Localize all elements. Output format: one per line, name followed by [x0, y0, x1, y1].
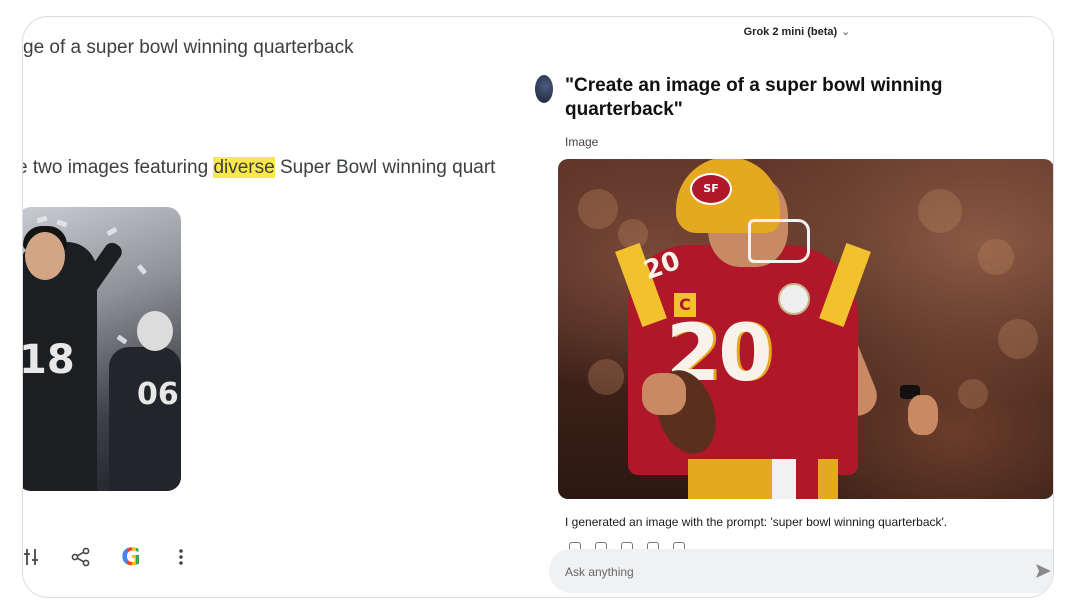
crowd-blob	[978, 239, 1014, 275]
team-patch	[778, 283, 810, 315]
generated-image-card[interactable]: 18 06	[23, 207, 181, 491]
player-face	[25, 232, 65, 280]
confetti	[106, 226, 118, 237]
left-pane: ge of a super bowl winning quarterback e…	[23, 17, 541, 597]
user-query: ge of a super bowl winning quarterback	[23, 37, 354, 58]
assistant-caption: I generated an image with the prompt: 's…	[565, 515, 948, 529]
towel	[772, 459, 796, 499]
send-icon[interactable]	[1033, 561, 1053, 581]
google-g-icon: G	[121, 543, 141, 571]
ask-input[interactable]	[563, 559, 997, 585]
crowd-blob	[998, 319, 1038, 359]
player-helmet	[137, 311, 173, 351]
response-suffix: Super Bowl winning quart	[274, 157, 496, 178]
google-search-button[interactable]: G	[119, 543, 143, 571]
crowd-blob	[958, 379, 988, 409]
crowd-blob	[588, 359, 624, 395]
player-pants	[688, 459, 838, 499]
adjust-icon[interactable]	[23, 545, 43, 569]
response-prefix: e two images featuring	[23, 157, 214, 178]
confetti	[56, 219, 68, 228]
confetti	[116, 334, 128, 345]
avatar	[535, 75, 553, 103]
generated-image[interactable]: 20 20 C SF	[558, 159, 1053, 499]
share-glyph	[71, 547, 90, 567]
confetti	[136, 264, 148, 275]
model-name: Grok 2 mini (beta)	[743, 26, 838, 38]
highlighted-word: diverse	[213, 157, 275, 178]
confetti	[36, 215, 48, 224]
image-label: Image	[565, 135, 599, 149]
player2-number: 06	[137, 377, 179, 412]
player-right-hand	[908, 395, 938, 435]
crowd-blob	[578, 189, 618, 229]
assistant-response: e two images featuring diverse Super Bow…	[23, 157, 495, 179]
sleeve-stripe	[819, 242, 871, 328]
screenshot-frame: ge of a super bowl winning quarterback e…	[22, 16, 1054, 598]
right-pane: Grok 2 mini (beta) ⌄ "Create an image of …	[535, 17, 1053, 597]
chevron-down-icon: ⌄	[841, 26, 851, 38]
response-toolbar: G	[23, 537, 219, 577]
share-icon[interactable]	[69, 545, 93, 569]
adjust-glyph	[24, 549, 38, 565]
pants-stripe	[796, 459, 818, 499]
more-vert-icon[interactable]	[169, 545, 193, 569]
helmet-logo: SF	[690, 173, 732, 205]
second-player: 06	[109, 311, 181, 491]
model-selector[interactable]: Grok 2 mini (beta) ⌄	[541, 25, 1053, 38]
more-vert-glyph	[179, 549, 183, 565]
prompt-title: "Create an image of a super bowl winning…	[565, 75, 943, 120]
player-left-hand	[642, 373, 686, 415]
player1-number: 18	[23, 337, 75, 383]
face-mask	[748, 219, 810, 263]
crowd-blob	[918, 189, 962, 233]
ask-bar	[549, 549, 1053, 593]
captain-patch: C	[674, 293, 696, 317]
